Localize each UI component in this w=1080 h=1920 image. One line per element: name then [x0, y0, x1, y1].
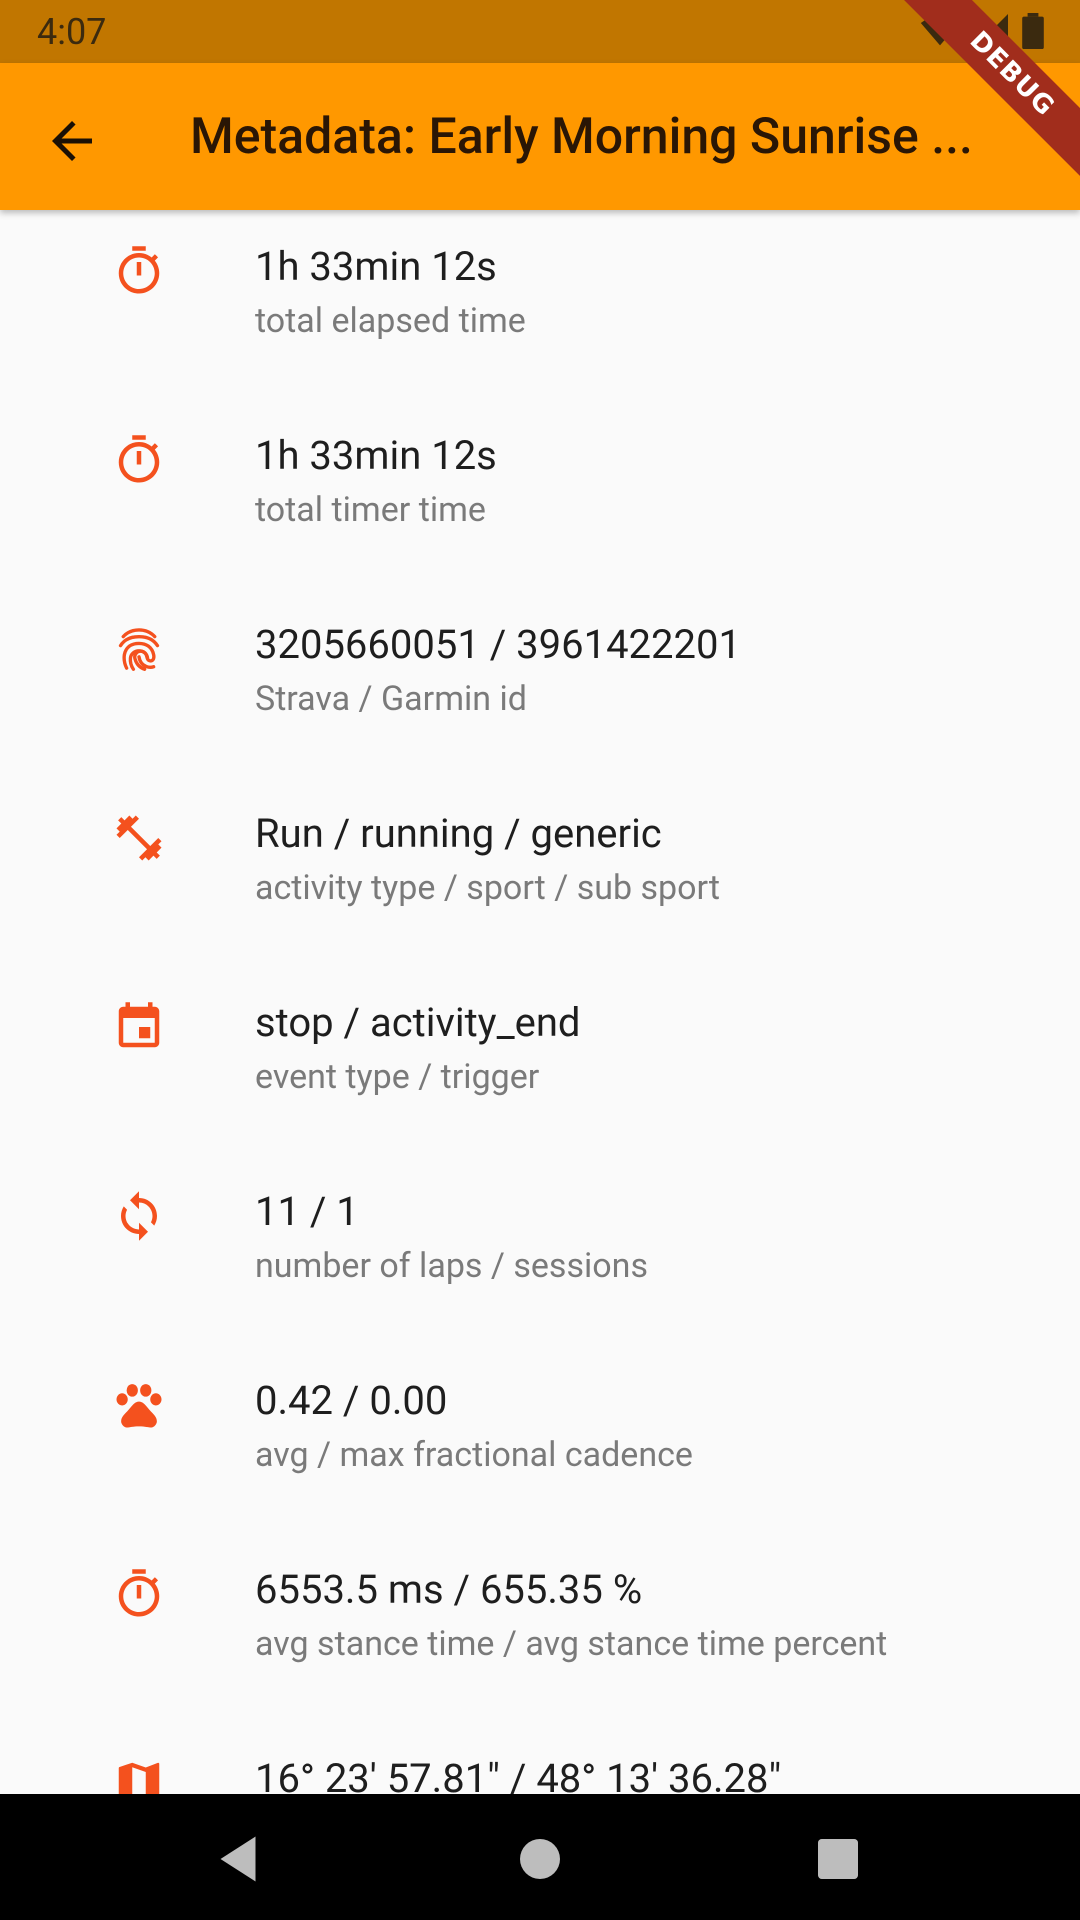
- item-subtitle: total timer time: [255, 490, 486, 530]
- metadata-list[interactable]: 1h 33min 12s total elapsed time 1h 33min…: [0, 210, 1080, 1794]
- page-title: Metadata: Early Morning Sunrise ...: [190, 108, 973, 166]
- item-title: 1h 33min 12s: [255, 243, 497, 290]
- nav-recents-icon[interactable]: [808, 1829, 868, 1889]
- item-subtitle: Strava / Garmin id: [255, 679, 527, 719]
- item-subtitle: number of laps / sessions: [255, 1246, 649, 1286]
- item-subtitle: avg / max fractional cadence: [255, 1435, 693, 1475]
- fitness-center-icon: [116, 815, 162, 861]
- item-title: stop / activity_end: [255, 999, 581, 1046]
- event-icon: [118, 1002, 160, 1048]
- list-item: 0.42 / 0.00 avg / max fractional cadence: [0, 1344, 1080, 1533]
- paw-icon: [116, 1384, 162, 1428]
- timer-icon: [118, 435, 160, 483]
- item-title: 11 / 1: [255, 1188, 359, 1235]
- item-title: 1h 33min 12s: [255, 432, 497, 479]
- list-item: 1h 33min 12s total elapsed time: [0, 210, 1080, 399]
- item-subtitle: event type / trigger: [255, 1057, 540, 1097]
- list-item: 11 / 1 number of laps / sessions: [0, 1155, 1080, 1344]
- item-title: 3205660051 / 3961422201: [255, 621, 741, 668]
- list-item: 6553.5 ms / 655.35 % avg stance time / a…: [0, 1533, 1080, 1722]
- list-item: stop / activity_end event type / trigger: [0, 966, 1080, 1155]
- item-subtitle: avg stance time / avg stance time percen…: [255, 1624, 888, 1664]
- list-item: 16° 23' 57.81" / 48° 13' 36.28": [0, 1722, 1080, 1794]
- battery-icon: [1022, 13, 1044, 49]
- item-title: Run / running / generic: [255, 810, 662, 857]
- item-title: 6553.5 ms / 655.35 %: [255, 1566, 643, 1613]
- nav-home-icon[interactable]: [510, 1829, 570, 1889]
- list-item: 3205660051 / 3961422201 Strava / Garmin …: [0, 588, 1080, 777]
- back-arrow-icon[interactable]: [42, 111, 102, 171]
- timer-icon: [118, 246, 160, 294]
- map-icon: [118, 1762, 160, 1794]
- fingerprint-icon: [118, 628, 160, 671]
- app-bar: Metadata: Early Morning Sunrise ...: [0, 63, 1080, 210]
- status-time: 4:07: [37, 11, 107, 53]
- item-title: 0.42 / 0.00: [255, 1377, 448, 1424]
- item-title: 16° 23' 57.81" / 48° 13' 36.28": [255, 1755, 782, 1794]
- item-subtitle: total elapsed time: [255, 301, 526, 341]
- timer-icon: [118, 1569, 160, 1617]
- item-subtitle: activity type / sport / sub sport: [255, 868, 721, 908]
- nav-back-icon[interactable]: [208, 1829, 268, 1889]
- list-item: Run / running / generic activity type / …: [0, 777, 1080, 966]
- loop-icon: [121, 1191, 157, 1241]
- list-item: 1h 33min 12s total timer time: [0, 399, 1080, 588]
- system-nav-bar: [0, 1794, 1080, 1920]
